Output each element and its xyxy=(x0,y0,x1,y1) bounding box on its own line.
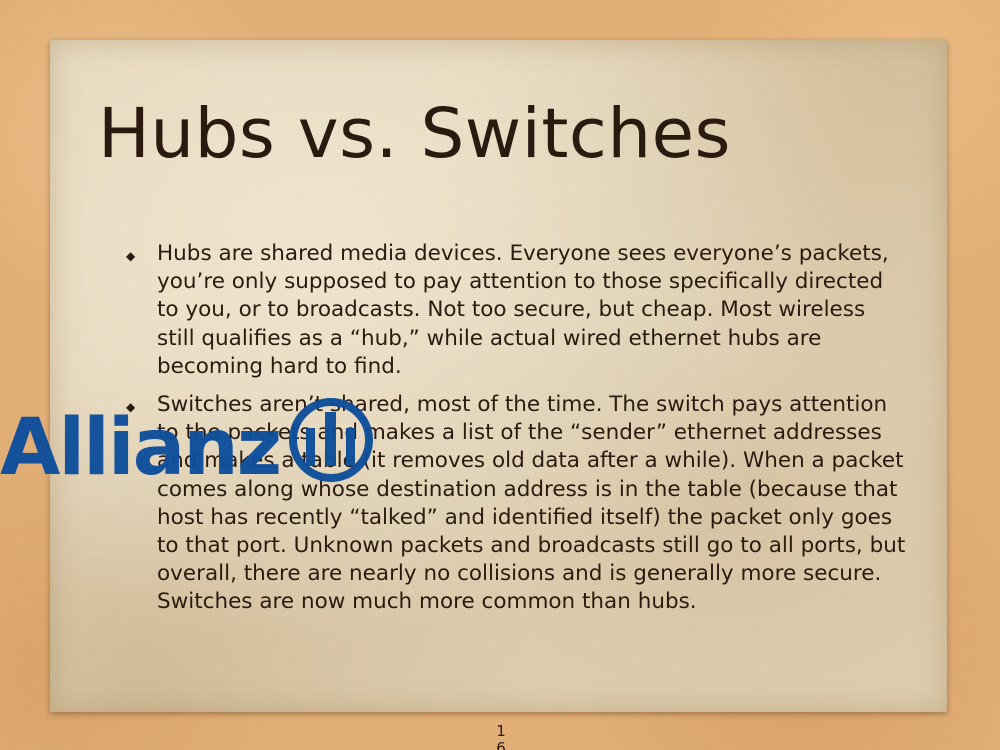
bullet-text-hubs: Hubs are shared media devices. Everyone … xyxy=(157,241,889,379)
allianz-logo: Allianz xyxy=(0,398,373,482)
bullet-diamond-icon: ◆ xyxy=(126,249,136,263)
allianz-wordmark: Allianz xyxy=(0,403,280,482)
slide-title: Hubs vs. Switches xyxy=(98,94,731,174)
bullet-item-hubs: ◆ Hubs are shared media devices. Everyon… xyxy=(126,240,906,381)
allianz-eagle-icon xyxy=(289,398,373,482)
page-number: 16 xyxy=(496,722,506,750)
